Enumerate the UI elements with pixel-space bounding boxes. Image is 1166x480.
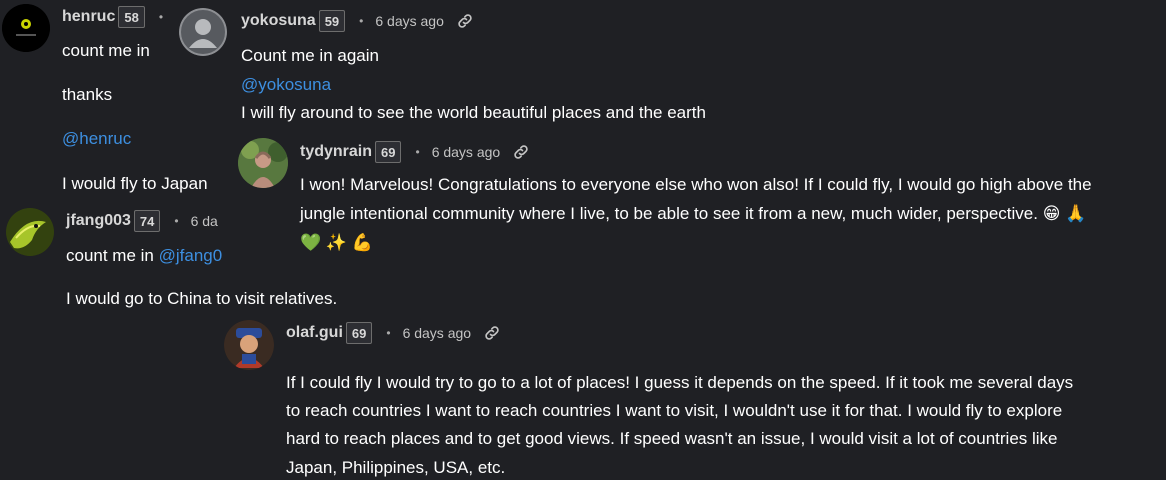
separator-dot: • xyxy=(415,145,420,159)
link-icon[interactable] xyxy=(456,12,474,30)
link-icon[interactable] xyxy=(512,143,530,161)
comment-text: count me in xyxy=(62,41,150,60)
comment-meta: tydynrain 69 • 6 days ago xyxy=(300,139,530,165)
timestamp: 6 days ago xyxy=(402,325,472,341)
username[interactable]: jfang003 xyxy=(66,212,131,230)
comment-meta: yokosuna 59 • 6 days ago xyxy=(241,8,474,34)
separator-dot: • xyxy=(174,214,179,228)
mention-link[interactable]: @henruc xyxy=(62,125,131,153)
comment-text: to reach countries I want to reach count… xyxy=(286,401,1063,420)
comment-meta: henruc 58 • xyxy=(62,4,175,30)
link-icon[interactable] xyxy=(483,324,501,342)
level-badge: 74 xyxy=(133,210,161,232)
timestamp: 6 days ago xyxy=(375,13,444,29)
comment-text: I won! Marvelous! Congratulations to eve… xyxy=(300,175,1092,194)
comments-thread: henruc 58 • count me in thanks @henruc I… xyxy=(0,0,1166,480)
default-avatar-icon xyxy=(179,8,227,56)
timestamp: 6 da xyxy=(190,213,218,229)
level-badge: 59 xyxy=(318,10,346,32)
comment-meta: olaf.gui 69 • 6 days ago xyxy=(286,320,501,346)
timestamp: 6 days ago xyxy=(431,144,501,160)
level-badge: 69 xyxy=(375,141,402,163)
comment-text: Japan, Philippines, USA, etc. xyxy=(286,458,506,477)
comment-text: I will fly around to see the world beaut… xyxy=(241,103,706,122)
comment-text: hard to reach places and to get good vie… xyxy=(286,429,1058,448)
comment-text: count me in @jfang0 xyxy=(66,242,222,270)
comment-text: If I could fly I would try to go to a lo… xyxy=(286,373,1074,392)
avatar-jfang003[interactable] xyxy=(6,208,54,256)
username[interactable]: yokosuna xyxy=(241,12,316,30)
comment-text: I would fly to Japan xyxy=(62,174,208,193)
comment-text: 💚 ✨ 💪 xyxy=(300,233,373,252)
separator-dot: • xyxy=(359,14,364,28)
mention-link[interactable]: @jfang0 xyxy=(159,246,223,265)
separator-dot: • xyxy=(158,10,164,24)
comment-text-part: count me in xyxy=(66,246,159,265)
username[interactable]: tydynrain xyxy=(300,143,372,161)
avatar-olaf-gui[interactable] xyxy=(224,320,274,370)
avatar-henruc[interactable] xyxy=(2,4,50,52)
username[interactable]: henruc xyxy=(62,8,115,26)
avatar-yokosuna[interactable] xyxy=(179,8,227,56)
username[interactable]: olaf.gui xyxy=(286,324,343,342)
level-badge: 69 xyxy=(345,322,373,344)
comment-meta: jfang003 74 • 6 da xyxy=(66,208,218,234)
separator-dot: • xyxy=(386,326,391,340)
comment-text: jungle intentional community where I liv… xyxy=(300,204,1087,223)
level-badge: 58 xyxy=(118,6,145,28)
comment-text: I would go to China to visit relatives. xyxy=(66,289,338,308)
comment-text: thanks xyxy=(62,85,113,104)
comment-text: Count me in again xyxy=(241,46,379,65)
mention-link[interactable]: @yokosuna xyxy=(241,71,331,99)
avatar-tydynrain[interactable] xyxy=(238,138,288,188)
